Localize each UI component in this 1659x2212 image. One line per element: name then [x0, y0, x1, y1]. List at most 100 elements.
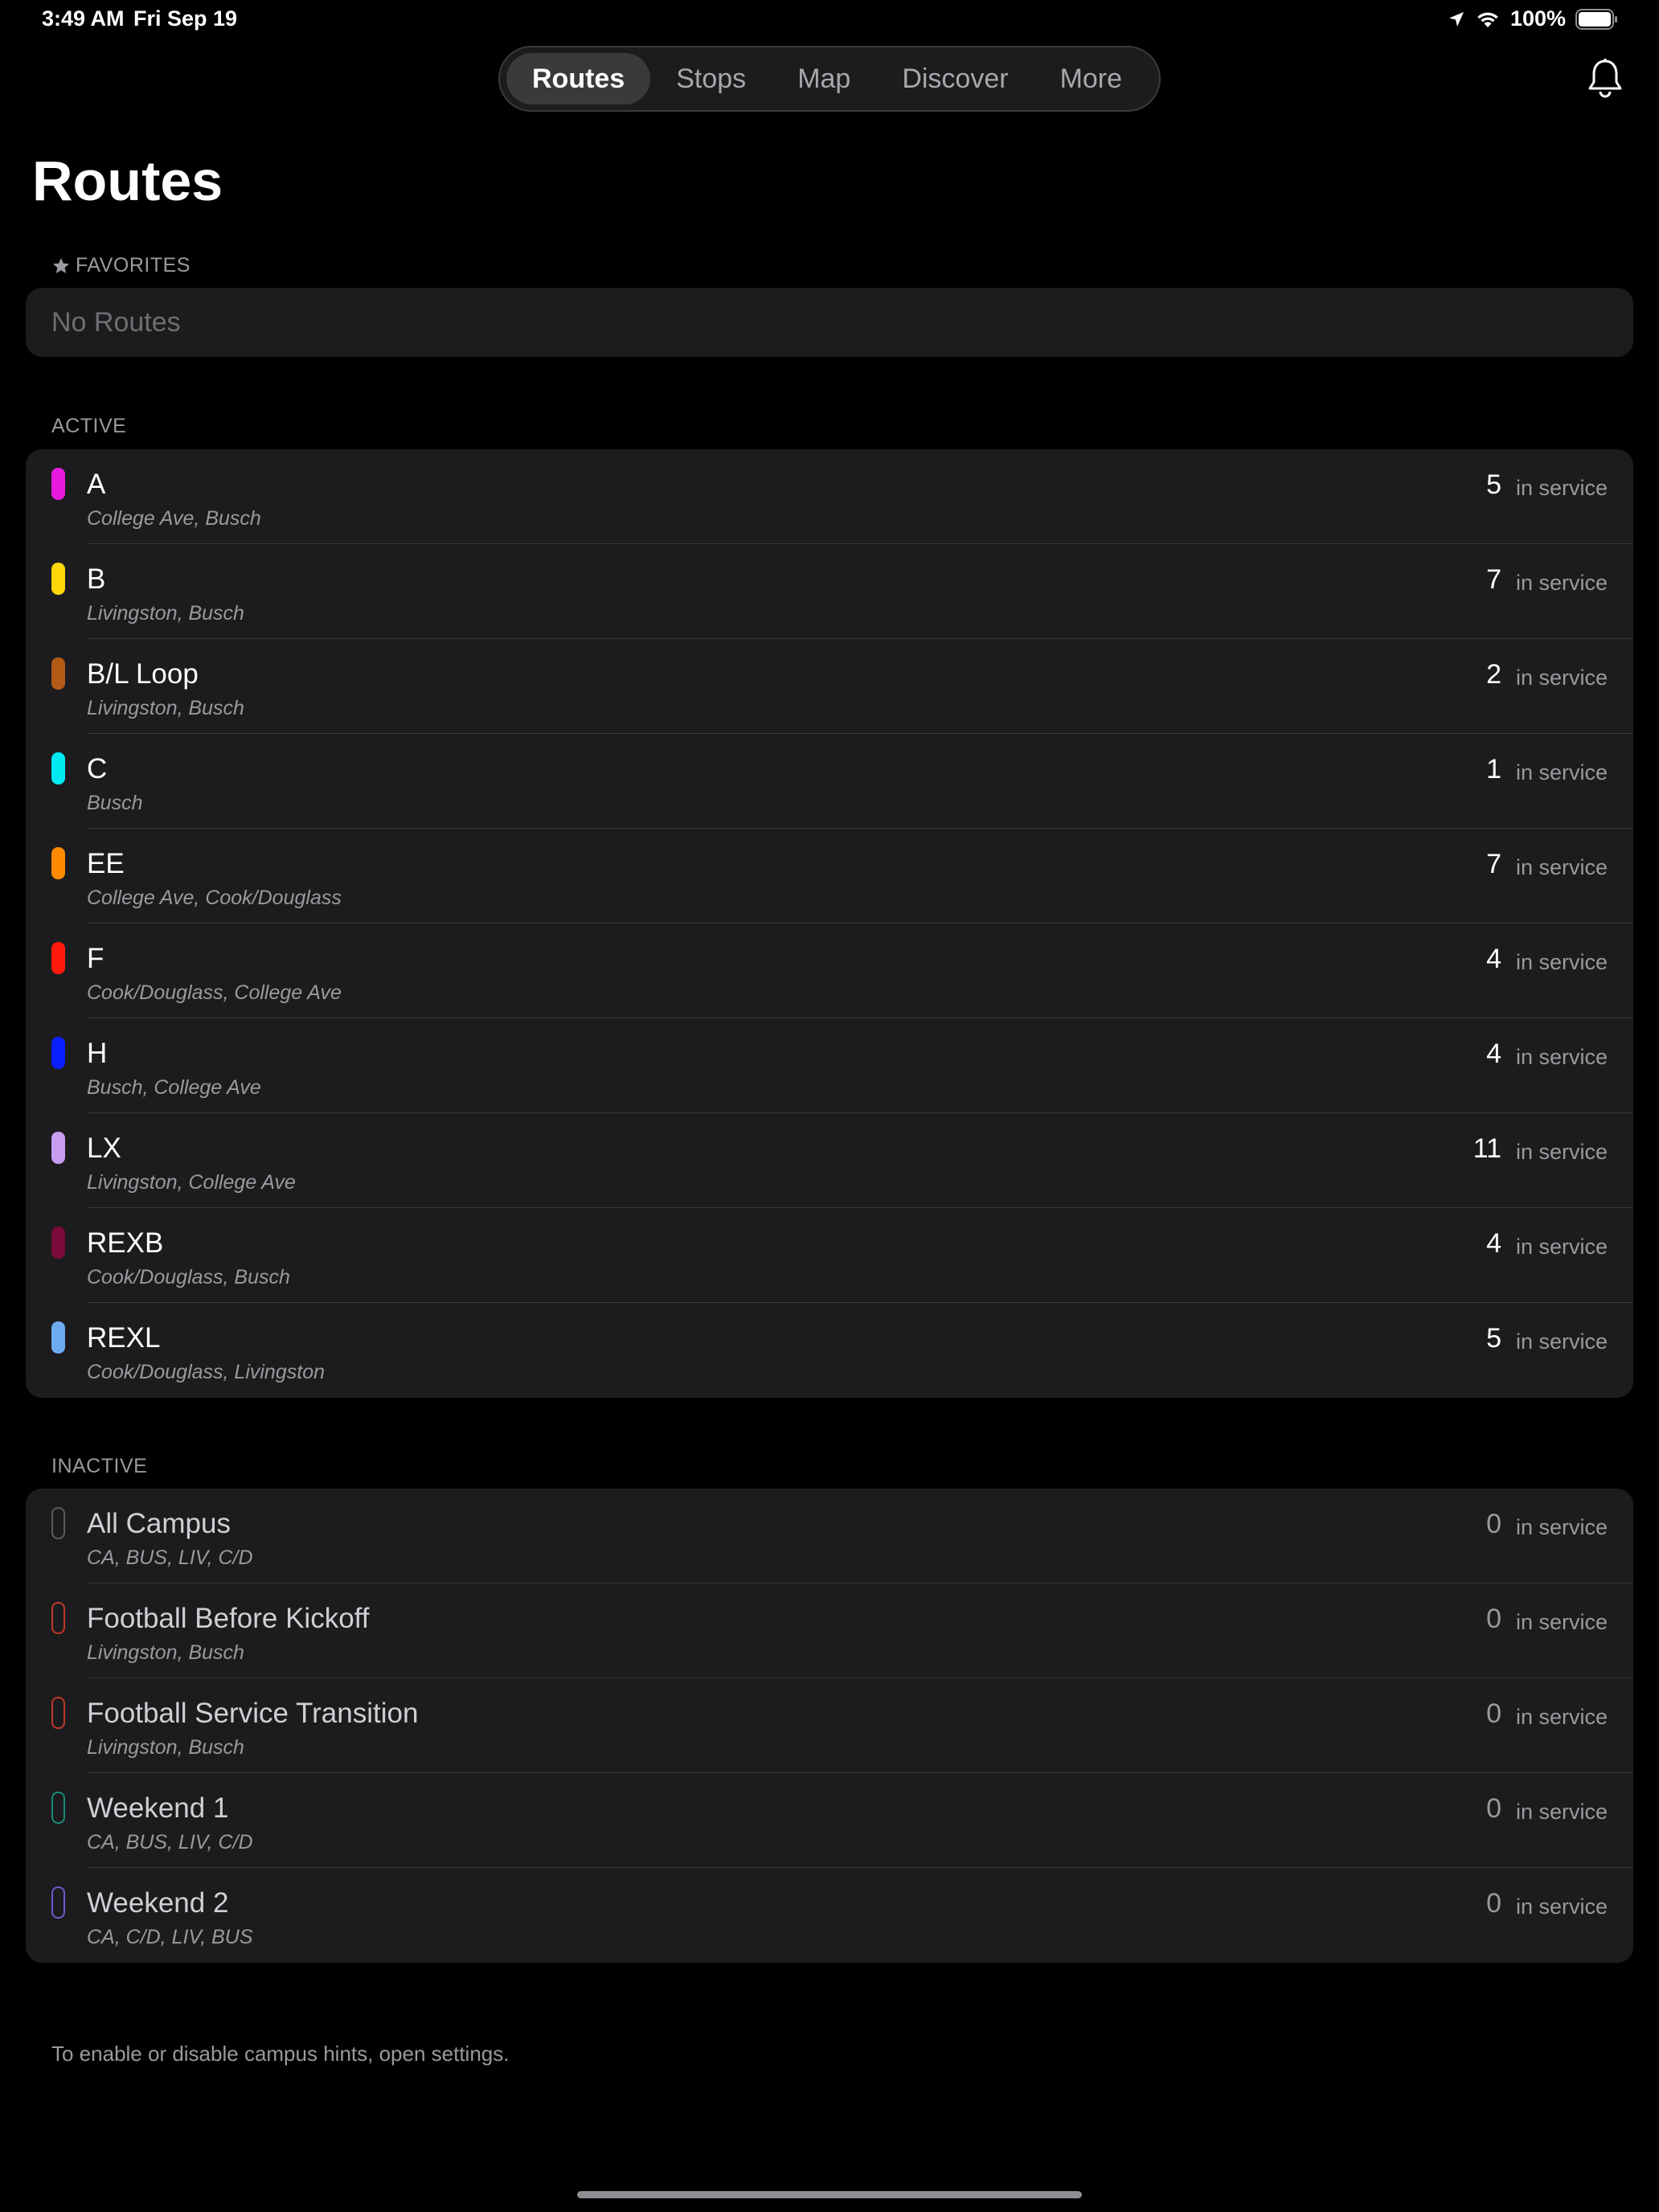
route-row[interactable]: C Busch 1 in service: [26, 734, 1633, 829]
in-service-label: in service: [1515, 1800, 1608, 1824]
vehicle-count: 5: [1486, 1323, 1501, 1354]
route-campuses: Busch, College Ave: [87, 1076, 261, 1099]
in-service-label: in service: [1515, 1515, 1608, 1539]
route-campuses: Livingston, Busch: [87, 602, 244, 625]
vehicle-count: 2: [1486, 659, 1501, 690]
route-name: Weekend 1: [87, 1792, 229, 1824]
route-color-indicator: [51, 1792, 65, 1824]
route-color-indicator: [51, 1602, 65, 1634]
route-color-indicator: [51, 657, 65, 690]
wifi-icon: [1477, 12, 1498, 27]
route-row[interactable]: EE College Ave, Cook/Douglass 7 in service: [26, 829, 1633, 924]
route-color-indicator: [51, 1321, 65, 1354]
route-row[interactable]: LX Livingston, College Ave 11 in service: [26, 1113, 1633, 1208]
vehicle-count: 0: [1486, 1604, 1501, 1634]
favorites-header: FAVORITES: [51, 254, 190, 277]
route-row[interactable]: Weekend 1 CA, BUS, LIV, C/D 0 in service: [26, 1773, 1633, 1868]
in-service-label: in service: [1515, 1705, 1608, 1729]
route-name: Football Service Transition: [87, 1698, 419, 1729]
route-color-indicator: [51, 468, 65, 500]
route-campuses: CA, C/D, LIV, BUS: [87, 1926, 253, 1948]
route-campuses: Livingston, Busch: [87, 1736, 244, 1759]
route-row[interactable]: Football Before Kickoff Livingston, Busch…: [26, 1583, 1633, 1678]
star-icon: [53, 257, 69, 273]
tab-more[interactable]: More: [1034, 53, 1148, 104]
vehicle-count: 0: [1486, 1793, 1501, 1824]
active-header-label: ACTIVE: [51, 415, 127, 437]
route-name: LX: [87, 1133, 121, 1164]
route-name: H: [87, 1038, 108, 1069]
status-time: 3:49 AM: [42, 6, 125, 31]
battery-percent: 100%: [1509, 6, 1566, 31]
route-row[interactable]: Weekend 2 CA, C/D, LIV, BUS 0 in service: [26, 1868, 1633, 1963]
vehicle-count: 1: [1486, 754, 1501, 784]
route-row[interactable]: All Campus CA, BUS, LIV, C/D 0 in service: [26, 1489, 1633, 1583]
location-arrow-icon: [1448, 11, 1464, 27]
route-campuses: Cook/Douglass, College Ave: [87, 981, 342, 1004]
route-campuses: Livingston, College Ave: [87, 1171, 296, 1194]
inactive-routes-list: All Campus CA, BUS, LIV, C/D 0 in service Fo…: [26, 1489, 1633, 1963]
in-service-label: in service: [1515, 1329, 1608, 1354]
route-campuses: Livingston, Busch: [87, 697, 244, 719]
active-header: ACTIVE: [51, 415, 126, 438]
route-name: Weekend 2: [87, 1887, 229, 1919]
inactive-header-label: INACTIVE: [51, 1455, 148, 1477]
vehicle-count: 4: [1486, 944, 1501, 974]
route-row[interactable]: B/L Loop Livingston, Busch 2 in service: [26, 639, 1633, 734]
route-name: REXB: [87, 1227, 164, 1259]
vehicle-count: 0: [1486, 1698, 1501, 1729]
route-color-indicator: [51, 1037, 65, 1069]
route-name: B/L Loop: [87, 658, 199, 690]
route-name: REXL: [87, 1322, 161, 1354]
tab-stops[interactable]: Stops: [650, 53, 772, 104]
tab-map[interactable]: Map: [772, 53, 876, 104]
route-name: All Campus: [87, 1508, 231, 1539]
route-color-indicator: [51, 847, 65, 879]
favorites-header-label: FAVORITES: [76, 254, 190, 276]
route-campuses: Cook/Douglass, Livingston: [87, 1361, 325, 1383]
route-color-indicator: [51, 752, 65, 784]
in-service-label: in service: [1515, 1235, 1608, 1259]
route-name: Football Before Kickoff: [87, 1603, 370, 1634]
vehicle-count: 0: [1486, 1888, 1501, 1919]
route-campuses: CA, BUS, LIV, C/D: [87, 1546, 253, 1569]
route-row[interactable]: Football Service Transition Livingston, B…: [26, 1678, 1633, 1773]
inactive-header: INACTIVE: [51, 1455, 147, 1478]
vehicle-count: 0: [1486, 1509, 1501, 1539]
in-service-label: in service: [1515, 855, 1608, 879]
status-date: Fri Sep 19: [133, 6, 238, 31]
route-name: A: [87, 469, 106, 500]
home-indicator[interactable]: [577, 2191, 1082, 2198]
battery-icon: [1575, 8, 1617, 30]
favorites-empty-text: No Routes: [51, 307, 181, 338]
route-row[interactable]: B Livingston, Busch 7 in service: [26, 544, 1633, 639]
in-service-label: in service: [1515, 476, 1608, 500]
route-row[interactable]: H Busch, College Ave 4 in service: [26, 1018, 1633, 1113]
status-indicators: 100%: [1448, 6, 1619, 31]
page-title: Routes: [32, 150, 223, 212]
route-row[interactable]: REXL Cook/Douglass, Livingston 5 in service: [26, 1303, 1633, 1398]
in-service-label: in service: [1515, 666, 1608, 690]
route-row[interactable]: F Cook/Douglass, College Ave 4 in service: [26, 924, 1633, 1018]
top-tab-bar: Routes Stops Map Discover More: [498, 46, 1161, 112]
status-bar: 3:49 AM Fri Sep 19 100%: [0, 0, 1659, 39]
route-color-indicator: [51, 1886, 65, 1919]
route-color-indicator: [51, 1132, 65, 1164]
route-campuses: College Ave, Busch: [87, 507, 261, 530]
route-color-indicator: [51, 563, 65, 595]
favorites-card: No Routes: [26, 288, 1633, 357]
tab-routes[interactable]: Routes: [506, 53, 651, 104]
in-service-label: in service: [1515, 950, 1608, 974]
route-color-indicator: [51, 1697, 65, 1729]
route-row[interactable]: REXB Cook/Douglass, Busch 4 in service: [26, 1208, 1633, 1303]
route-campuses: College Ave, Cook/Douglass: [87, 887, 342, 909]
in-service-label: in service: [1515, 1895, 1608, 1919]
in-service-label: in service: [1515, 760, 1608, 784]
route-name: EE: [87, 848, 125, 879]
tab-discover[interactable]: Discover: [876, 53, 1034, 104]
vehicle-count: 11: [1473, 1133, 1501, 1164]
route-campuses: Livingston, Busch: [87, 1641, 244, 1664]
route-campuses: Cook/Douglass, Busch: [87, 1266, 290, 1288]
bell-icon[interactable]: [1587, 58, 1624, 98]
route-row[interactable]: A College Ave, Busch 5 in service: [26, 449, 1633, 544]
